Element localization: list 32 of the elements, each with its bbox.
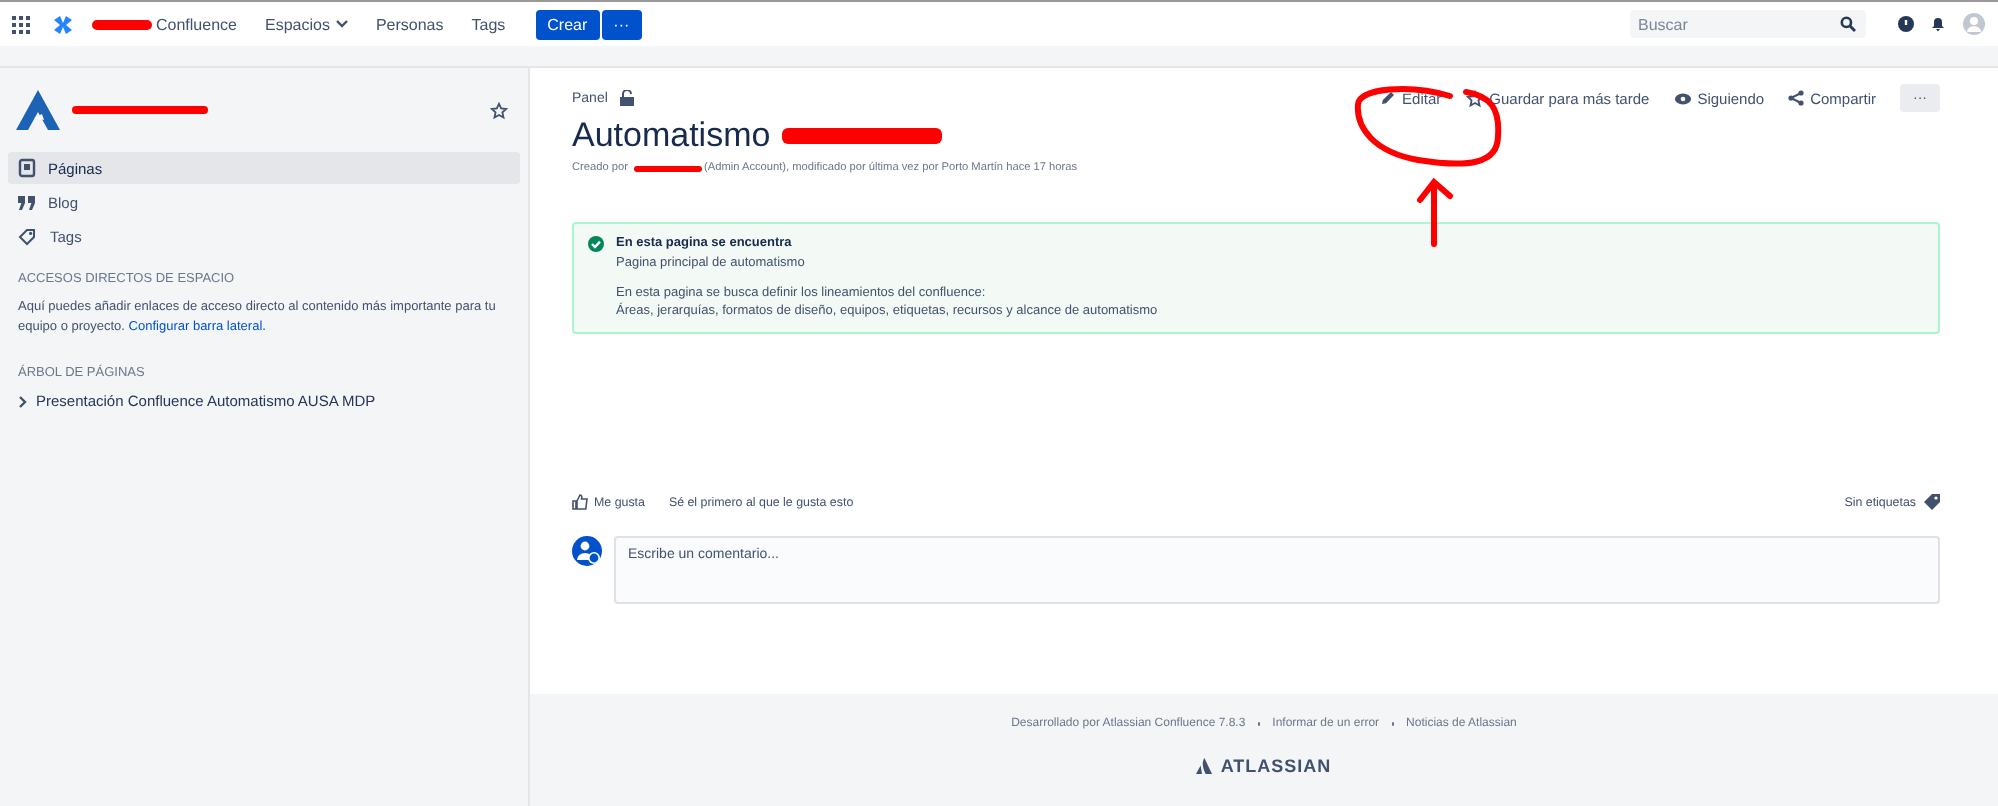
quote-icon	[18, 195, 36, 209]
more-button[interactable]: ···	[601, 9, 642, 39]
tags-icon	[18, 227, 38, 245]
search-field[interactable]: Buscar	[1630, 10, 1866, 38]
nav-menu-item[interactable]: Confluence	[156, 15, 237, 33]
redaction-mark	[92, 19, 152, 29]
nav-menu-item[interactable]: Tags	[471, 15, 506, 33]
thumbs-up-icon	[572, 494, 588, 510]
eye-icon	[1673, 91, 1692, 105]
star-icon[interactable]	[490, 101, 508, 119]
page-icon	[18, 158, 36, 178]
unlock-icon[interactable]	[619, 90, 634, 106]
user-avatar-icon	[572, 536, 602, 566]
help-icon[interactable]	[1898, 16, 1914, 32]
check-circle-icon	[588, 236, 604, 252]
nav-menu-item[interactable]: Personas	[375, 15, 444, 33]
redaction-mark	[72, 106, 208, 114]
confluence-logo-icon[interactable]	[54, 15, 72, 33]
app-switcher-icon[interactable]	[12, 15, 30, 33]
tag-icon[interactable]	[1924, 494, 1940, 510]
create-button[interactable]: Crear	[535, 9, 600, 39]
search-icon	[1840, 16, 1856, 32]
space-logo-icon[interactable]	[16, 90, 60, 130]
bell-icon[interactable]	[1930, 16, 1946, 32]
nav-menu-item[interactable]: Espacios	[264, 15, 348, 33]
chevron-right-icon[interactable]	[18, 395, 28, 407]
share-icon	[1788, 90, 1805, 106]
atlassian-wordmark: ATLASSIAN	[1220, 756, 1332, 776]
page-title: Automatismo	[572, 116, 771, 156]
pencil-icon	[1380, 90, 1397, 106]
redaction-mark	[634, 165, 702, 171]
atlassian-logo-icon	[1196, 758, 1213, 774]
